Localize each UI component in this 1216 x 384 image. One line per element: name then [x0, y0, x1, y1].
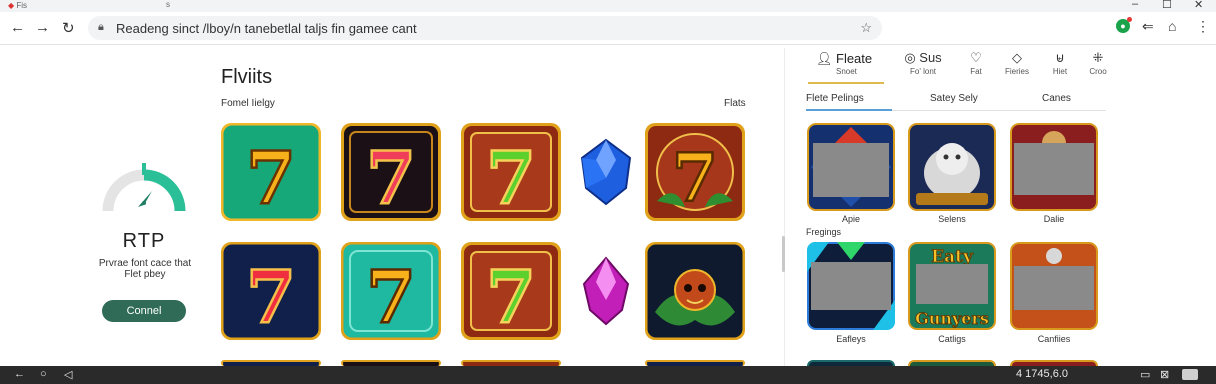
browser-toolbar: ← → ↻ 🔒︎ Readeng sinct /lboy/n tanebetla…	[0, 12, 1216, 45]
tab-sus[interactable]: ◎ Sus Fo' lont	[893, 50, 953, 76]
grid-icon: ⁜	[1092, 50, 1104, 65]
slot-tile[interactable]: 7	[341, 242, 441, 340]
game-card-label: Canfiies	[1037, 334, 1071, 344]
taskbar: ← ○ ◁ 4 1745,6.0 ▭ ⊠	[0, 366, 1216, 384]
category-tab-1[interactable]: Flete Pelings	[806, 93, 864, 104]
address-bar[interactable]: 🔒︎ Readeng sinct /lboy/n tanebetlal talj…	[88, 16, 882, 40]
game-card-label: Dalie	[1043, 214, 1065, 224]
game-card[interactable]	[807, 242, 895, 330]
slot-tile[interactable]	[645, 242, 745, 340]
svg-text:7: 7	[672, 139, 718, 217]
svg-text:7: 7	[366, 254, 416, 339]
tab-croo[interactable]: ⁜ Croo	[1068, 50, 1128, 76]
scrollbar[interactable]	[782, 236, 785, 272]
bookmark-icon[interactable]: ☆	[860, 20, 872, 36]
category-tab-2[interactable]: Satey Sely	[930, 93, 978, 104]
settings-icon[interactable]: ⊠	[1160, 368, 1169, 381]
url-text: Readeng sinct /lboy/n tanebetlal taljs f…	[116, 21, 417, 36]
tab-strip: ◆ Fis s – ☐ ✕	[0, 0, 1216, 12]
slot-tile[interactable]: 7	[341, 123, 441, 221]
rtp-gauge	[102, 163, 186, 212]
game-card[interactable]	[807, 123, 895, 211]
category-active-indicator	[806, 109, 892, 111]
slot-tile[interactable]: 7	[645, 123, 745, 221]
site-info-icon[interactable]: 🔒︎	[98, 21, 104, 34]
tray-icon[interactable]: ▭	[1140, 368, 1150, 381]
game-card-label: Selens	[938, 214, 966, 224]
game-card[interactable]	[908, 123, 996, 211]
rtp-label: RTP	[122, 230, 166, 252]
connect-button[interactable]: Connel	[102, 300, 186, 322]
back-icon[interactable]: ←	[14, 368, 25, 380]
section-label: Fregings	[806, 227, 842, 237]
game-card[interactable]	[1010, 242, 1098, 330]
tab-sub-label: Snoet	[836, 67, 857, 76]
user-icon: 👤︎	[816, 51, 833, 66]
tab-right[interactable]: s	[166, 0, 170, 9]
section-subtitle: Fomel Iielgy	[221, 98, 275, 109]
filter-link[interactable]: Flats	[724, 98, 746, 109]
game-card-label: Eafleys	[836, 334, 866, 344]
slot-tile[interactable]: 7	[221, 242, 321, 340]
slot-tile[interactable]: 7	[461, 242, 561, 340]
svg-text:7: 7	[486, 254, 536, 339]
tab-fleate[interactable]: 👤︎ Fleate Snoet	[808, 50, 884, 84]
tab-left[interactable]: ◆ Fis	[8, 1, 27, 10]
purple-gem-icon	[582, 256, 630, 326]
coin-icon: ◎ Sus	[904, 50, 942, 65]
game-card-label: Catligs	[938, 334, 966, 344]
svg-text:7: 7	[246, 254, 296, 339]
forward-icon[interactable]: →	[35, 19, 50, 36]
home-icon[interactable]: ⌂	[1168, 18, 1176, 34]
slot-tile[interactable]: 7	[461, 123, 561, 221]
tab-main-label: Fleate	[836, 51, 873, 66]
blue-gem-icon	[580, 138, 632, 206]
clock: 4 1745,6.0	[1016, 368, 1068, 380]
svg-text:7: 7	[486, 135, 536, 220]
card-art-title-bottom: Gunyers	[915, 309, 989, 328]
game-card-label: Apie	[841, 214, 860, 224]
category-tab-3[interactable]: Canes	[1042, 93, 1071, 104]
home-icon[interactable]: ○	[40, 368, 47, 380]
game-card[interactable]: Eaty Gunyers	[908, 242, 996, 330]
back-icon[interactable]: ←	[10, 19, 25, 36]
extension-icon[interactable]: ●	[1116, 17, 1132, 33]
minimize-button[interactable]: –	[1132, 0, 1138, 10]
game-card[interactable]	[1010, 123, 1098, 211]
svg-text:7: 7	[366, 135, 416, 220]
rtp-description: Prvrae font cace that Flet pbey	[98, 258, 192, 280]
slot-tile[interactable]: 7	[221, 123, 321, 221]
svg-text:7: 7	[246, 135, 296, 220]
page-title: Flviits	[221, 66, 273, 88]
maximize-button[interactable]: ☐	[1162, 0, 1172, 11]
close-window-button[interactable]: ✕	[1194, 0, 1203, 11]
menu-icon[interactable]: ⋮	[1196, 18, 1210, 35]
tab-left-label: Fis	[16, 1, 28, 10]
tab-main-label: Sus	[919, 50, 942, 65]
share-icon[interactable]: ⇐	[1142, 18, 1154, 35]
tab-sub-label: Fo' lont	[910, 67, 936, 76]
tab-sub-label: Croo	[1089, 67, 1107, 76]
battery-icon	[1182, 369, 1198, 380]
send-icon[interactable]: ◁	[64, 368, 72, 381]
panel-divider	[784, 48, 785, 378]
reload-icon[interactable]: ↻	[62, 19, 75, 37]
